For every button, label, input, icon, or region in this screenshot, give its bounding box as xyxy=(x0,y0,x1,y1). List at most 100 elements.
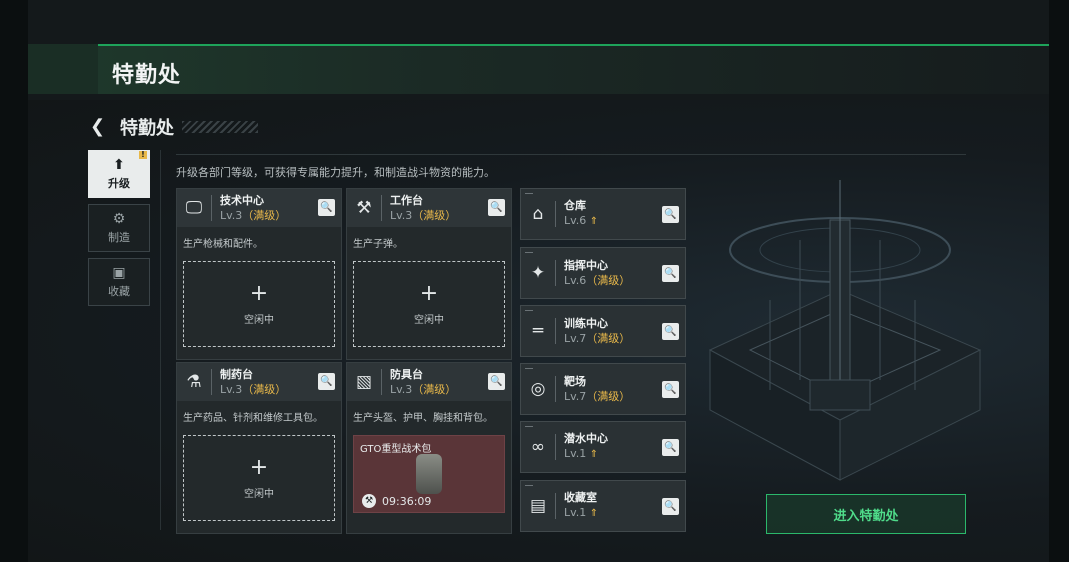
header-accent xyxy=(28,44,98,94)
search-icon[interactable]: 🔍 xyxy=(318,199,335,216)
page-title: 特勤处 xyxy=(120,118,174,139)
gears-icon: ⚙ xyxy=(112,211,126,227)
production-slot[interactable]: + 空闲中 xyxy=(353,261,505,347)
facility-level: Lv.3（满级） xyxy=(390,382,457,396)
card-header: 🖵 技术中心 Lv.3（满级） 🔍 xyxy=(177,189,341,227)
backpack-image xyxy=(416,454,442,494)
notification-badge: ! xyxy=(139,151,147,159)
search-icon[interactable]: 🔍 xyxy=(662,439,679,456)
slot-status: 空闲中 xyxy=(244,314,274,326)
divider xyxy=(211,195,212,221)
divider xyxy=(555,434,556,460)
diving-mask-icon: ∞ xyxy=(530,437,546,457)
facility-level: Lv.3（满级） xyxy=(220,208,287,222)
facility-card-tech-center[interactable]: 🖵 技术中心 Lv.3（满级） 🔍 生产枪械和配件。 + 空闲中 xyxy=(176,188,342,360)
facility-card-command-center[interactable]: ✦ 指挥中心 Lv.6（满级） 🔍 xyxy=(520,247,686,299)
search-icon[interactable]: 🔍 xyxy=(488,373,505,390)
facility-name: 工作台 xyxy=(390,193,423,207)
page-description: 升级各部门等级，可获得专属能力提升，和制造战斗物资的能力。 xyxy=(176,166,495,179)
facility-name: 制药台 xyxy=(220,367,253,381)
production-slot[interactable]: + 空闲中 xyxy=(183,435,335,521)
search-icon[interactable]: 🔍 xyxy=(662,323,679,340)
facility-level: Lv.7（满级） xyxy=(564,389,631,403)
tab-manufacture[interactable]: ⚙ 制造 xyxy=(88,204,150,252)
search-icon[interactable]: 🔍 xyxy=(318,373,335,390)
facility-card-workbench[interactable]: ⚒ 工作台 Lv.3（满级） 🔍 生产子弹。 + 空闲中 xyxy=(346,188,512,360)
plus-icon: + xyxy=(249,280,269,306)
tools-icon: ⚒ xyxy=(356,198,372,218)
divider xyxy=(381,195,382,221)
building-illustration xyxy=(708,180,982,481)
plus-icon: + xyxy=(249,454,269,480)
search-icon[interactable]: 🔍 xyxy=(662,381,679,398)
facility-card-collection-room[interactable]: ▤ 收藏室 Lv.1 ⇑ 🔍 xyxy=(520,480,686,532)
tab-upgrade[interactable]: ⬆ 升级 ! xyxy=(88,150,150,198)
divider xyxy=(555,201,556,227)
divider xyxy=(211,369,212,395)
facility-name: 技术中心 xyxy=(220,193,264,207)
facility-card-pharmacy[interactable]: ⚗ 制药台 Lv.3（满级） 🔍 生产药品、针剂和维修工具包。 + 空闲中 xyxy=(176,362,342,534)
enter-base-button[interactable]: 进入特勤处 xyxy=(766,494,966,534)
facility-name: 潜水中心 xyxy=(564,432,608,445)
facility-card-shooting-range[interactable]: ◎ 靶场 Lv.7（满级） 🔍 xyxy=(520,363,686,415)
collection-room-icon: ▤ xyxy=(529,496,547,516)
production-slot[interactable]: + 空闲中 xyxy=(183,261,335,347)
divider xyxy=(160,150,161,530)
facility-level: Lv.3（满级） xyxy=(390,208,457,222)
plus-icon: + xyxy=(419,280,439,306)
divider xyxy=(555,376,556,402)
card-header: ⚗ 制药台 Lv.3（满级） 🔍 xyxy=(177,363,341,401)
tab-manufacture-label: 制造 xyxy=(108,231,130,244)
search-icon[interactable]: 🔍 xyxy=(662,498,679,515)
divider xyxy=(381,369,382,395)
slot-status: 空闲中 xyxy=(244,488,274,500)
divider xyxy=(555,318,556,344)
facility-level: Lv.3（满级） xyxy=(220,382,287,396)
search-icon[interactable]: 🔍 xyxy=(662,265,679,282)
command-icon: ✦ xyxy=(530,263,546,283)
tab-upgrade-label: 升级 xyxy=(108,177,130,190)
facility-card-diving-center[interactable]: ∞ 潜水中心 Lv.1 ⇑ 🔍 xyxy=(520,421,686,473)
facility-card-training-center[interactable]: ═ 训练中心 Lv.7（满级） 🔍 xyxy=(520,305,686,357)
facility-level: Lv.1 ⇑ xyxy=(564,506,599,519)
facility-name: 靶场 xyxy=(564,374,586,388)
card-header: ▧ 防具台 Lv.3（满级） 🔍 xyxy=(347,363,511,401)
facility-level: Lv.1 ⇑ xyxy=(564,447,599,460)
facility-description: 生产枪械和配件。 xyxy=(183,239,263,250)
card-header: ⚒ 工作台 Lv.3（满级） 🔍 xyxy=(347,189,511,227)
timer-value: 09:36:09 xyxy=(382,494,432,508)
divider xyxy=(555,260,556,286)
upgrade-icon: ⬆ xyxy=(113,157,125,173)
microscope-icon: ⚗ xyxy=(186,372,202,392)
header-title: 特勤处 xyxy=(112,63,182,88)
search-icon[interactable]: 🔍 xyxy=(488,199,505,216)
tab-collection-label: 收藏 xyxy=(108,285,130,298)
divider xyxy=(176,154,966,155)
collection-icon: ▣ xyxy=(112,265,126,281)
facility-name: 收藏室 xyxy=(564,491,597,504)
divider xyxy=(555,493,556,519)
facility-name: 指挥中心 xyxy=(564,258,608,272)
production-timer: ⚒ 09:36:09 xyxy=(362,494,431,508)
back-arrow-icon[interactable]: ❮ xyxy=(90,118,108,136)
facility-card-armor-bench[interactable]: ▧ 防具台 Lv.3（满级） 🔍 生产头盔、护甲、胸挂和背包。 GTO重型战术包… xyxy=(346,362,512,534)
target-icon: ◎ xyxy=(530,379,546,399)
monitor-icon: 🖵 xyxy=(185,198,203,218)
facility-description: 生产头盔、护甲、胸挂和背包。 xyxy=(353,413,493,424)
title-stripes-decoration xyxy=(182,121,258,133)
facility-level: Lv.6（满级） xyxy=(564,273,631,287)
upgrade-available-icon: ⇑ xyxy=(589,216,599,227)
slot-status: 空闲中 xyxy=(414,314,444,326)
facility-level: Lv.7（满级） xyxy=(564,331,631,345)
facility-name: 仓库 xyxy=(564,199,586,212)
search-icon[interactable]: 🔍 xyxy=(662,206,679,223)
production-slot-busy[interactable]: GTO重型战术包 ⚒ 09:36:09 xyxy=(353,435,505,513)
header-bar xyxy=(28,44,1049,94)
facility-card-warehouse[interactable]: ⌂ 仓库 Lv.6 ⇑ 🔍 xyxy=(520,188,686,240)
page-title-row: ❮ 特勤处 xyxy=(90,116,258,139)
facility-description: 生产药品、针剂和维修工具包。 xyxy=(183,413,323,424)
facility-description: 生产子弹。 xyxy=(353,239,403,250)
facility-name: 防具台 xyxy=(390,367,423,381)
armor-icon: ▧ xyxy=(355,372,373,392)
tab-collection[interactable]: ▣ 收藏 xyxy=(88,258,150,306)
